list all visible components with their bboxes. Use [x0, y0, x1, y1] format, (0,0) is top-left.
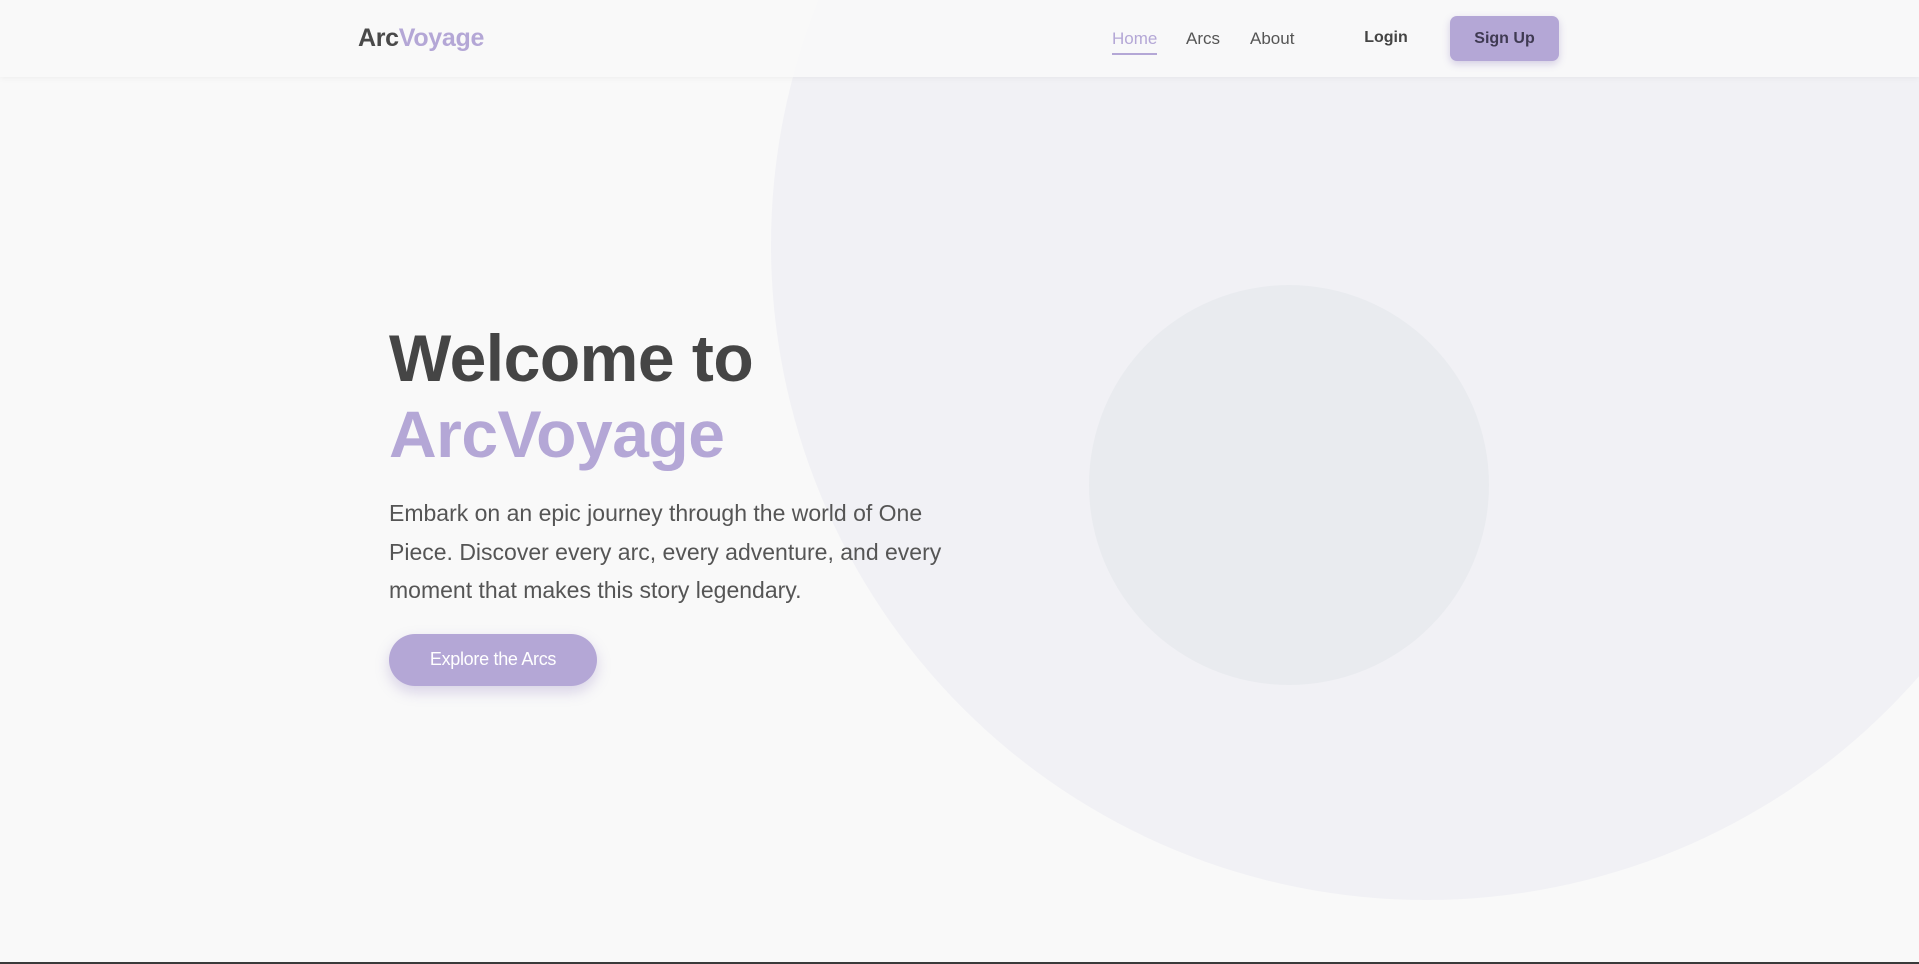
brand-logo-part2: Voyage — [398, 24, 485, 52]
background-circle-small — [1089, 285, 1489, 685]
nav-link-arcs[interactable]: Arcs — [1186, 29, 1220, 49]
hero-description: Embark on an epic journey through the wo… — [389, 500, 942, 603]
page: ArcVoyage Home Arcs About Login Sign Up … — [0, 0, 1919, 964]
navbar: ArcVoyage Home Arcs About Login Sign Up — [0, 0, 1919, 77]
signup-button[interactable]: Sign Up — [1450, 16, 1559, 61]
nav-link-home[interactable]: Home — [1112, 29, 1158, 55]
login-button[interactable]: Login — [1352, 16, 1420, 60]
hero-title: Welcome to ArcVoyage — [389, 320, 1009, 472]
brand-logo-part1: Arc — [358, 24, 399, 52]
explore-arcs-button[interactable]: Explore the Arcs — [389, 633, 597, 686]
hero-title-line2: ArcVoyage — [389, 397, 725, 471]
hero-title-line1: Welcome to — [389, 321, 754, 395]
nav-link-about[interactable]: About — [1250, 29, 1294, 49]
brand-logo[interactable]: ArcVoyage — [358, 24, 484, 53]
hero-section: Welcome to ArcVoyage Embark on an epic j… — [389, 320, 1009, 686]
